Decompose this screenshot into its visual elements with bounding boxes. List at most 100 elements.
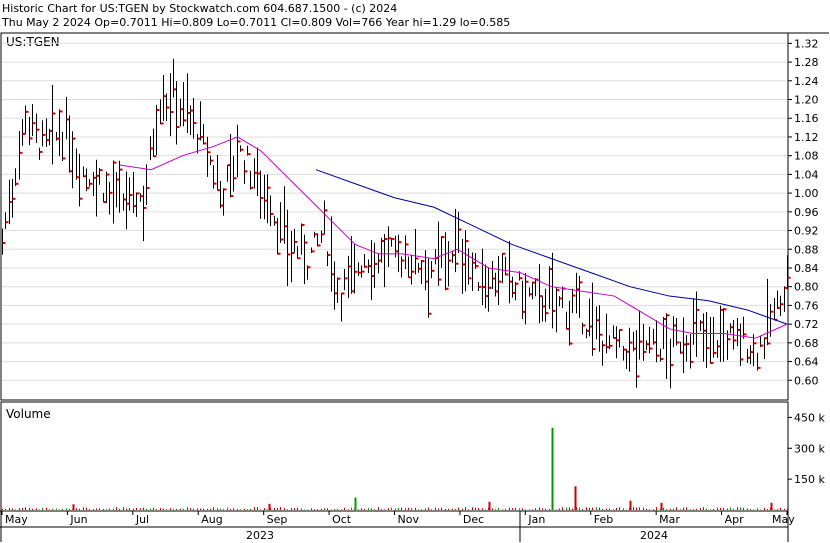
ohlc-bar (649, 326, 653, 354)
price-tick-label: 0.80 (794, 281, 819, 294)
price-tick-label: 1.28 (794, 56, 819, 69)
ohlc-bar (448, 241, 452, 287)
ohlc-bar (119, 160, 123, 213)
ohlc-bar (666, 313, 670, 380)
ohlc-bar (183, 81, 187, 127)
price-tick-label: 1.20 (794, 94, 819, 107)
price-tick-label: 0.60 (794, 374, 819, 387)
ohlc-bar (213, 165, 217, 189)
price-panel-frame (0, 32, 789, 401)
price-tick-label: 1.04 (794, 168, 819, 181)
volume-axis-ticks: 450 k 300 k 150 k (788, 411, 825, 486)
ohlc-bar (743, 316, 747, 339)
ohlc-bar (723, 308, 727, 362)
price-tick-label: 0.68 (794, 337, 819, 350)
ohlc-bar (327, 251, 331, 267)
ohlc-bar (401, 256, 405, 278)
ohlc-bar (136, 192, 140, 217)
volume-tick-label: 450 k (794, 411, 825, 424)
ohlc-bar (250, 170, 254, 190)
ohlc-bar (176, 81, 180, 145)
volume-tick-label: 300 k (794, 442, 825, 455)
ohlc-bar (784, 286, 788, 312)
ohlc-bar (15, 168, 19, 186)
month-label: Apr (725, 513, 745, 526)
ohlc-bar (42, 120, 46, 147)
month-label: Oct (332, 513, 352, 526)
moving-average-short (119, 136, 788, 339)
ohlc-bar (364, 253, 368, 268)
ohlc-bar (52, 85, 56, 165)
ohlc-bar (629, 327, 633, 372)
ohlc-bar (280, 202, 284, 243)
ohlc-bar (660, 348, 664, 362)
ohlc-bar (317, 233, 321, 247)
ohlc-bar (441, 236, 445, 268)
ohlc-bar (244, 160, 248, 184)
ohlc-bar (770, 304, 774, 337)
month-label: Jun (69, 513, 87, 526)
ohlc-bar (515, 282, 519, 301)
ohlc-bar (62, 131, 66, 162)
price-tick-label: 1.32 (794, 37, 819, 50)
ohlc-bar (468, 248, 472, 285)
ohlc-bar (203, 124, 207, 145)
ohlc-bar (5, 212, 9, 230)
ohlc-bar (656, 320, 660, 363)
ohlc-bar (760, 335, 764, 348)
month-label: Mar (659, 513, 680, 526)
price-tick-label: 1.16 (794, 112, 819, 125)
ohlc-bar (686, 335, 690, 362)
ohlc-bar (354, 244, 358, 294)
ohlc-bar (287, 209, 291, 287)
price-tick-label: 1.12 (794, 131, 819, 144)
month-label: Feb (594, 513, 613, 526)
ohlc-bars (2, 58, 791, 389)
month-axis-labels: May Jun Jul Aug Sep Oct Nov Dec Jan Feb Mar Apr May (1, 511, 795, 526)
ohlc-bar (431, 260, 435, 279)
ohlc-bar (72, 131, 76, 189)
price-tick-label: 0.96 (794, 206, 819, 219)
price-tick-label: 0.72 (794, 318, 819, 331)
price-tick-label: 1.00 (794, 187, 819, 200)
ohlc-bar (307, 265, 311, 280)
price-tick-label: 0.92 (794, 225, 819, 238)
ohlc-bar (787, 255, 791, 290)
ohlc-bar (780, 295, 784, 317)
volume-tick-label: 150 k (794, 473, 825, 486)
ohlc-bar (25, 105, 29, 134)
ohlc-bar (32, 104, 36, 137)
ohlc-bar (270, 195, 274, 227)
ohlc-bar (39, 147, 43, 160)
ohlc-bar (676, 318, 680, 346)
month-label: Jul (135, 513, 149, 526)
ohlc-bar (210, 155, 214, 166)
ohlc-bar (341, 292, 345, 322)
ohlc-bar (99, 168, 103, 185)
price-tick-label: 1.24 (794, 75, 819, 88)
chart-header-title: Historic Chart for US:TGEN by Stockwatch… (2, 2, 397, 15)
ohlc-bar (166, 93, 170, 122)
ohlc-bar (478, 282, 482, 292)
ohlc-bar (146, 164, 150, 205)
ohlc-bar (311, 247, 315, 253)
month-label: Nov (398, 513, 420, 526)
ohlc-bar (240, 145, 244, 152)
month-label: Aug (201, 513, 222, 526)
ohlc-bar (297, 246, 301, 260)
ohlc-bar (556, 286, 560, 333)
ohlc-bar (2, 228, 6, 255)
ohlc-bar (572, 288, 576, 314)
stock-chart: Historic Chart for US:TGEN by Stockwatch… (0, 2, 829, 542)
year-label-2024: 2024 (640, 529, 668, 542)
ohlc-bar (89, 179, 93, 187)
ohlc-bar (609, 335, 613, 350)
year-label-2023: 2023 (246, 529, 274, 542)
volume-label: Volume (6, 407, 51, 421)
ohlc-bar (129, 177, 133, 211)
ohlc-bar (391, 237, 395, 247)
price-tick-label: 1.08 (794, 150, 819, 163)
chart-header-stats: Thu May 2 2024 Op=0.7011 Hi=0.809 Lo=0.7… (1, 16, 510, 29)
ohlc-bar (109, 181, 113, 215)
ohlc-bar (498, 255, 502, 306)
